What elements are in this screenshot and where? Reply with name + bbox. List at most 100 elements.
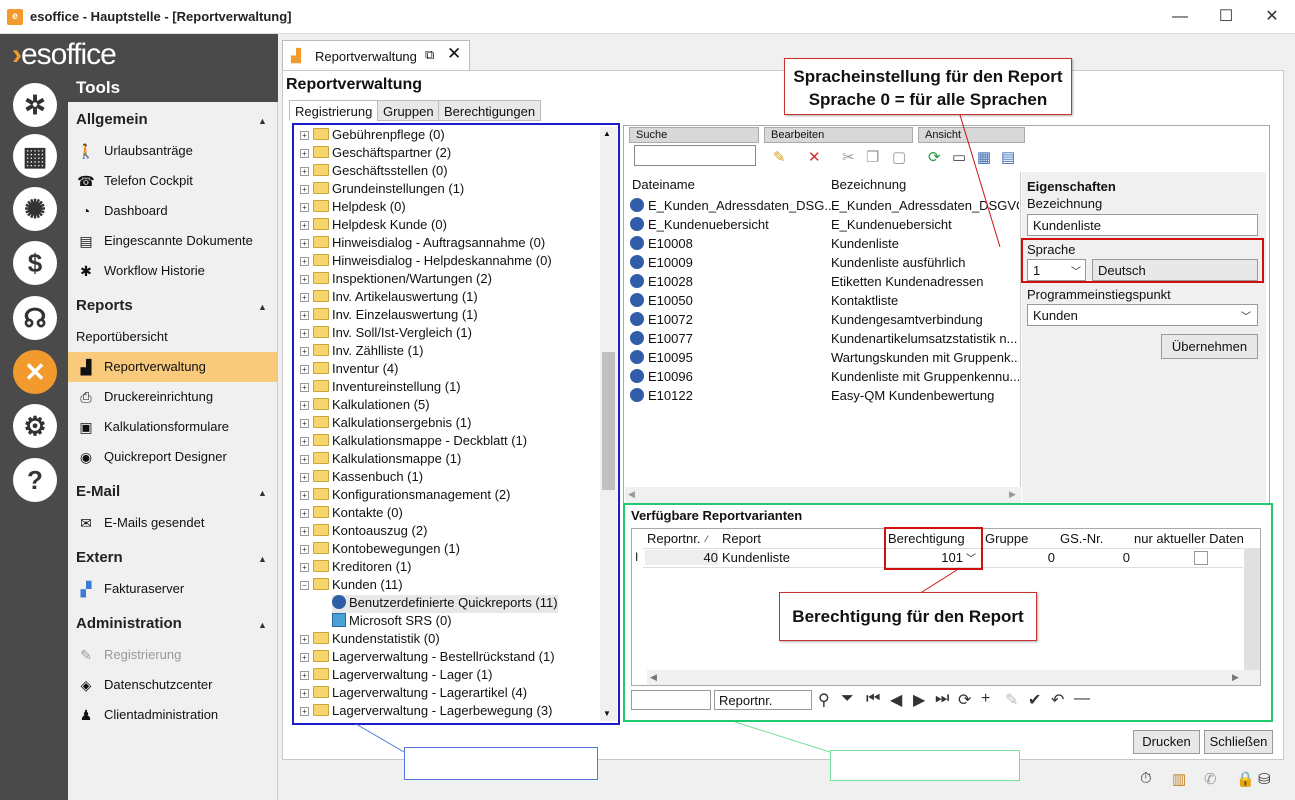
building-icon[interactable]: ▥	[1172, 770, 1186, 788]
gears-icon[interactable]: ⚙	[13, 404, 57, 448]
file-description[interactable]: E_Kundenuebersicht	[831, 217, 1019, 236]
expand-icon[interactable]: +	[300, 365, 309, 374]
file-description[interactable]: Kundengesamtverbindung	[831, 312, 1019, 331]
file-description[interactable]: Wartungskunden mit Gruppenk...	[831, 350, 1019, 369]
ship-wheel-icon[interactable]: ✲	[13, 83, 57, 127]
paste-icon[interactable]: ▢	[892, 148, 906, 166]
tree-item[interactable]: + Kundenstatistik (0)	[300, 631, 440, 649]
headset-icon[interactable]: ☊	[13, 296, 57, 340]
popout-icon[interactable]: ⧉	[425, 47, 434, 63]
collapse-icon[interactable]: ▲	[258, 554, 267, 564]
file-row[interactable]: E10096	[630, 369, 693, 388]
variants-hscrollbar[interactable]: ◀ ▶	[647, 670, 1260, 685]
tree-item[interactable]: + Kalkulationen (5)	[300, 397, 430, 415]
column-header-gsnr[interactable]: GS.-Nr.	[1060, 531, 1103, 546]
filter-input[interactable]	[631, 690, 711, 710]
tree-item[interactable]: + Konfigurationsmanagement (2)	[300, 487, 511, 505]
tree-item[interactable]: + Inv. Soll/Ist-Vergleich (1)	[300, 325, 472, 343]
tree-item[interactable]: + Helpdesk (0)	[300, 199, 406, 217]
help-icon[interactable]: ?	[13, 458, 57, 502]
nav-item-reportverwaltung[interactable]: ▟ Reportverwaltung	[68, 352, 277, 382]
cell-report[interactable]: Kundenliste	[722, 550, 790, 565]
expand-icon[interactable]: +	[300, 185, 309, 194]
tree-item[interactable]: + Gebührenpflege (0)	[300, 127, 445, 145]
scroll-left-icon[interactable]: ◀	[650, 672, 657, 683]
tree-item[interactable]: + Hinweisdialog - Auftragsannahme (0)	[300, 235, 545, 253]
nav-item-emails-gesendet[interactable]: ✉ E-Mails gesendet	[68, 508, 277, 538]
file-row[interactable]: E_Kunden_Adressdaten_DSG...	[630, 198, 835, 217]
tree-item[interactable]: + Helpdesk Kunde (0)	[300, 217, 447, 235]
expand-icon[interactable]: +	[300, 491, 309, 500]
refresh-icon[interactable]: ⟳	[928, 148, 941, 166]
column-header-gruppe[interactable]: Gruppe	[985, 531, 1028, 546]
tree-subitem[interactable]: Microsoft SRS (0)	[332, 613, 452, 631]
lock-icon[interactable]: 🔒	[1236, 770, 1255, 788]
tree-item[interactable]: + Kalkulationsergebnis (1)	[300, 415, 471, 433]
expand-icon[interactable]: +	[300, 653, 309, 662]
file-description[interactable]: Kundenartikelumsatzstatistik n...	[831, 331, 1019, 350]
file-row[interactable]: E10009	[630, 255, 693, 274]
file-row[interactable]: E10122	[630, 388, 693, 407]
tree-item[interactable]: − Kunden (11)	[300, 577, 403, 595]
tree-item[interactable]: + Kontobewegungen (1)	[300, 541, 460, 559]
bezeichnung-field[interactable]: Kundenliste	[1027, 214, 1258, 236]
expand-icon[interactable]: +	[300, 293, 309, 302]
file-description[interactable]: Kundenliste mit Gruppenkennu...	[831, 369, 1019, 388]
collapse-icon[interactable]: ▲	[258, 116, 267, 126]
nav-item-fakturaserver[interactable]: ▞ Fakturaserver	[68, 574, 277, 604]
column-header-reportnr[interactable]: Reportnr.	[647, 531, 700, 546]
nav-item-clientadministration[interactable]: ♟ Clientadministration	[68, 700, 277, 730]
expand-icon[interactable]: +	[300, 311, 309, 320]
tree-item[interactable]: + Lagerverwaltung - Lagerbewegung (3)	[300, 703, 552, 721]
nav-section-extern[interactable]: Extern	[76, 549, 123, 566]
nav-section-reports[interactable]: Reports	[76, 297, 133, 314]
tools-icon[interactable]: ✕	[13, 350, 57, 394]
nav-item-reportuebersicht[interactable]: Reportübersicht	[68, 322, 277, 352]
alarm-light-icon[interactable]: ✺	[13, 187, 57, 231]
tab-reportverwaltung[interactable]: ▟ Reportverwaltung ⧉ ✕	[282, 40, 470, 70]
file-description[interactable]: Easy-QM Kundenbewertung	[831, 388, 1019, 407]
add-icon[interactable]: +	[981, 690, 990, 708]
file-description[interactable]: Kontaktliste	[831, 293, 1019, 312]
cell-gsnr[interactable]: 0	[1060, 550, 1130, 565]
view-list-icon[interactable]: ▦	[977, 148, 991, 166]
tree-item[interactable]: + Lagerverwaltung - Lagerartikel (4)	[300, 685, 527, 703]
next-record-icon[interactable]: ▶	[913, 690, 925, 710]
einstieg-select[interactable]: Kunden ﹀	[1027, 304, 1258, 326]
expand-icon[interactable]: +	[300, 635, 309, 644]
file-list-hscrollbar[interactable]: ◀ ▶	[625, 487, 1021, 503]
expand-icon[interactable]: +	[300, 707, 309, 716]
expand-icon[interactable]: +	[300, 545, 309, 554]
filter-column-select[interactable]: Reportnr.	[714, 690, 812, 710]
file-description[interactable]: Kundenliste	[831, 236, 1019, 255]
cell-reportnr[interactable]: 40	[645, 550, 718, 565]
nav-item-quickreport-designer[interactable]: ◉ Quickreport Designer	[68, 442, 277, 472]
scroll-left-icon[interactable]: ◀	[628, 489, 635, 500]
column-header-dateiname[interactable]: Dateiname	[632, 177, 695, 192]
tree-item[interactable]: + Geschäftsstellen (0)	[300, 163, 448, 181]
tree-item[interactable]: + Kalkulationsmappe (1)	[300, 451, 461, 469]
tree-subitem[interactable]: Benutzerdefinierte Quickreports (11)	[332, 595, 558, 613]
filter-icon[interactable]: ⏷	[841, 690, 854, 708]
expand-icon[interactable]: +	[300, 275, 309, 284]
expand-icon[interactable]: +	[300, 437, 309, 446]
abacus-icon[interactable]: ▦	[13, 134, 57, 178]
expand-icon[interactable]: +	[300, 167, 309, 176]
expand-icon[interactable]: +	[300, 203, 309, 212]
cash-icon[interactable]: $	[13, 241, 57, 285]
tree-item[interactable]: + Inv. Einzelauswertung (1)	[300, 307, 478, 325]
nur-aktueller-daten-checkbox[interactable]	[1194, 551, 1208, 565]
last-record-icon[interactable]: ⏭	[935, 690, 949, 708]
stopwatch-icon[interactable]: ⏱	[1140, 770, 1152, 787]
expand-icon[interactable]: +	[300, 419, 309, 428]
expand-icon[interactable]: +	[300, 509, 309, 518]
expand-icon[interactable]: +	[300, 149, 309, 158]
first-record-icon[interactable]: ⏮	[866, 690, 880, 708]
nav-section-allgemein[interactable]: Allgemein	[76, 111, 148, 128]
close-window-button[interactable]: ✕	[1249, 0, 1295, 34]
nav-item-dashboard[interactable]: ◔ Dashboard	[68, 196, 277, 226]
expand-icon[interactable]: +	[300, 401, 309, 410]
tree-item[interactable]: + Kalkulationsmappe - Deckblatt (1)	[300, 433, 527, 451]
expand-icon[interactable]: +	[300, 473, 309, 482]
scroll-right-icon[interactable]: ▶	[1232, 672, 1239, 683]
